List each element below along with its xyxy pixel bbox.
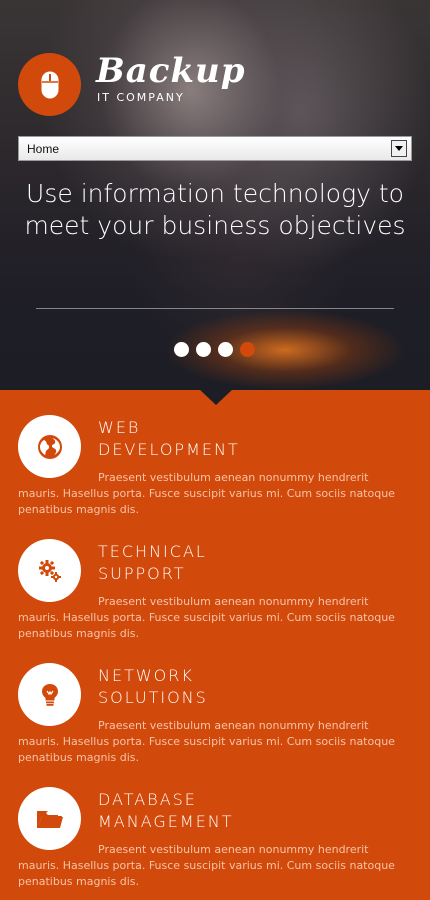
service-description: Praesent vestibulum aenean nonummy hendr… [18,471,395,516]
service-title-line2: MANAGEMENT [98,812,234,831]
slider-dot-4[interactable] [240,342,255,357]
service-title-line2: DEVELOPMENT [98,440,240,459]
service-icon-badge[interactable] [18,787,81,850]
service-title-line1: WEB [98,418,141,437]
slider-pagination [174,342,255,357]
brand-name: Backup [96,51,246,91]
slider-dot-3[interactable] [218,342,233,357]
folder-icon [36,810,63,828]
services-section: WEB DEVELOPMENT Praesent vestibulum aene… [0,390,430,900]
service-icon-badge[interactable] [18,415,81,478]
service-description: Praesent vestibulum aenean nonummy hendr… [18,719,395,764]
service-icon-badge[interactable] [18,663,81,726]
service-description: Praesent vestibulum aenean nonummy hendr… [18,843,395,888]
service-title-line2: SUPPORT [98,564,186,583]
hero-title: Use information technology to meet your … [24,179,406,240]
service-title[interactable]: TECHNICAL SUPPORT [98,541,398,585]
service-icon-badge[interactable] [18,539,81,602]
gears-icon [38,559,61,582]
brand-tagline: IT COMPANY [97,91,185,104]
section-pointer [199,389,233,405]
brand-logo[interactable]: Backup IT COMPANY [96,52,246,104]
service-title-line1: TECHNICAL [98,542,207,561]
mouse-icon [41,71,58,98]
nav-select-value: Home [27,141,60,156]
slider-dot-1[interactable] [174,342,189,357]
hero-banner: Backup IT COMPANY Home Use information t… [0,0,430,390]
hero-divider [36,308,394,309]
service-description: Praesent vestibulum aenean nonummy hendr… [18,595,395,640]
service-title-line1: DATABASE [98,790,197,809]
nav-select[interactable]: Home [18,136,412,161]
chevron-down-icon[interactable] [391,140,407,157]
service-title-line1: NETWORK [98,666,194,685]
globe-icon [37,434,62,459]
service-title[interactable]: NETWORK SOLUTIONS [98,665,398,709]
service-title-line2: SOLUTIONS [98,688,208,707]
service-title[interactable]: DATABASE MANAGEMENT [98,789,398,833]
logo-badge[interactable] [18,53,81,116]
lightbulb-icon [41,683,58,706]
service-title[interactable]: WEB DEVELOPMENT [98,417,398,461]
slider-dot-2[interactable] [196,342,211,357]
